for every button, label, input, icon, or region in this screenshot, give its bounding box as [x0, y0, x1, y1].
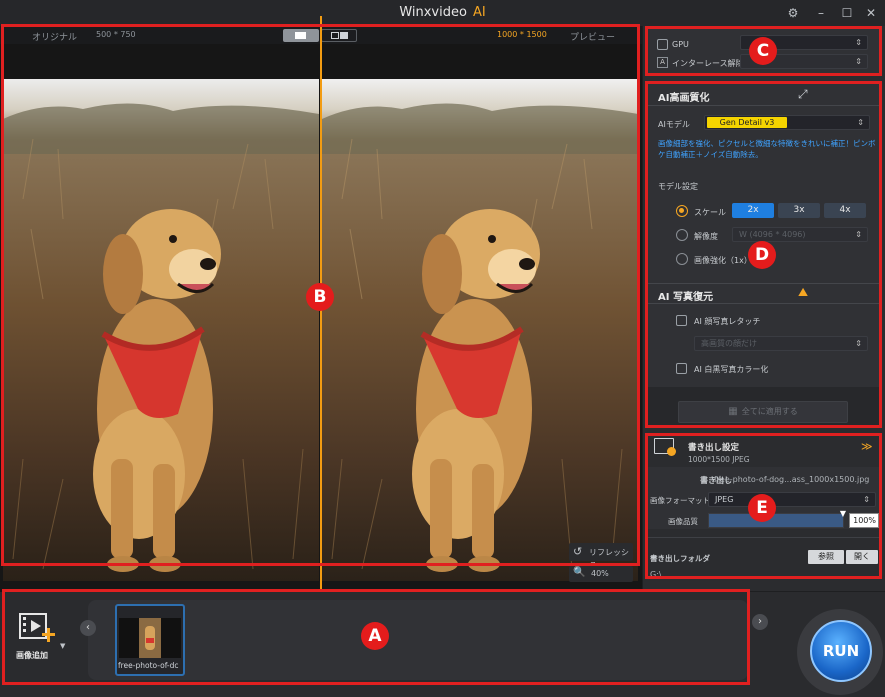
annotation-badge-c: C [749, 37, 777, 65]
zoom-control[interactable]: 🔍 40% [569, 566, 633, 582]
app-title-main: Winxvideo [399, 5, 467, 20]
annotation-badge-a: A [361, 622, 389, 650]
zoom-icon: 🔍 [573, 567, 586, 578]
minimize-icon[interactable]: – [812, 4, 830, 22]
zoom-value: 40% [591, 569, 609, 578]
annotation-badge-b: B [306, 283, 334, 311]
app-title: Winxvideo AI [0, 5, 885, 20]
annotation-badge-e: E [748, 494, 776, 522]
close-icon[interactable]: ✕ [862, 4, 880, 22]
scroll-right-button[interactable]: › [752, 614, 768, 630]
annotation-badge-d: D [748, 241, 776, 269]
title-bar: Winxvideo AI ⚙ – ☐ ✕ [0, 0, 885, 26]
run-button[interactable]: RUN [810, 620, 872, 682]
app-title-ai: AI [472, 5, 486, 20]
maximize-icon[interactable]: ☐ [838, 4, 856, 22]
gear-icon[interactable]: ⚙ [784, 4, 802, 22]
